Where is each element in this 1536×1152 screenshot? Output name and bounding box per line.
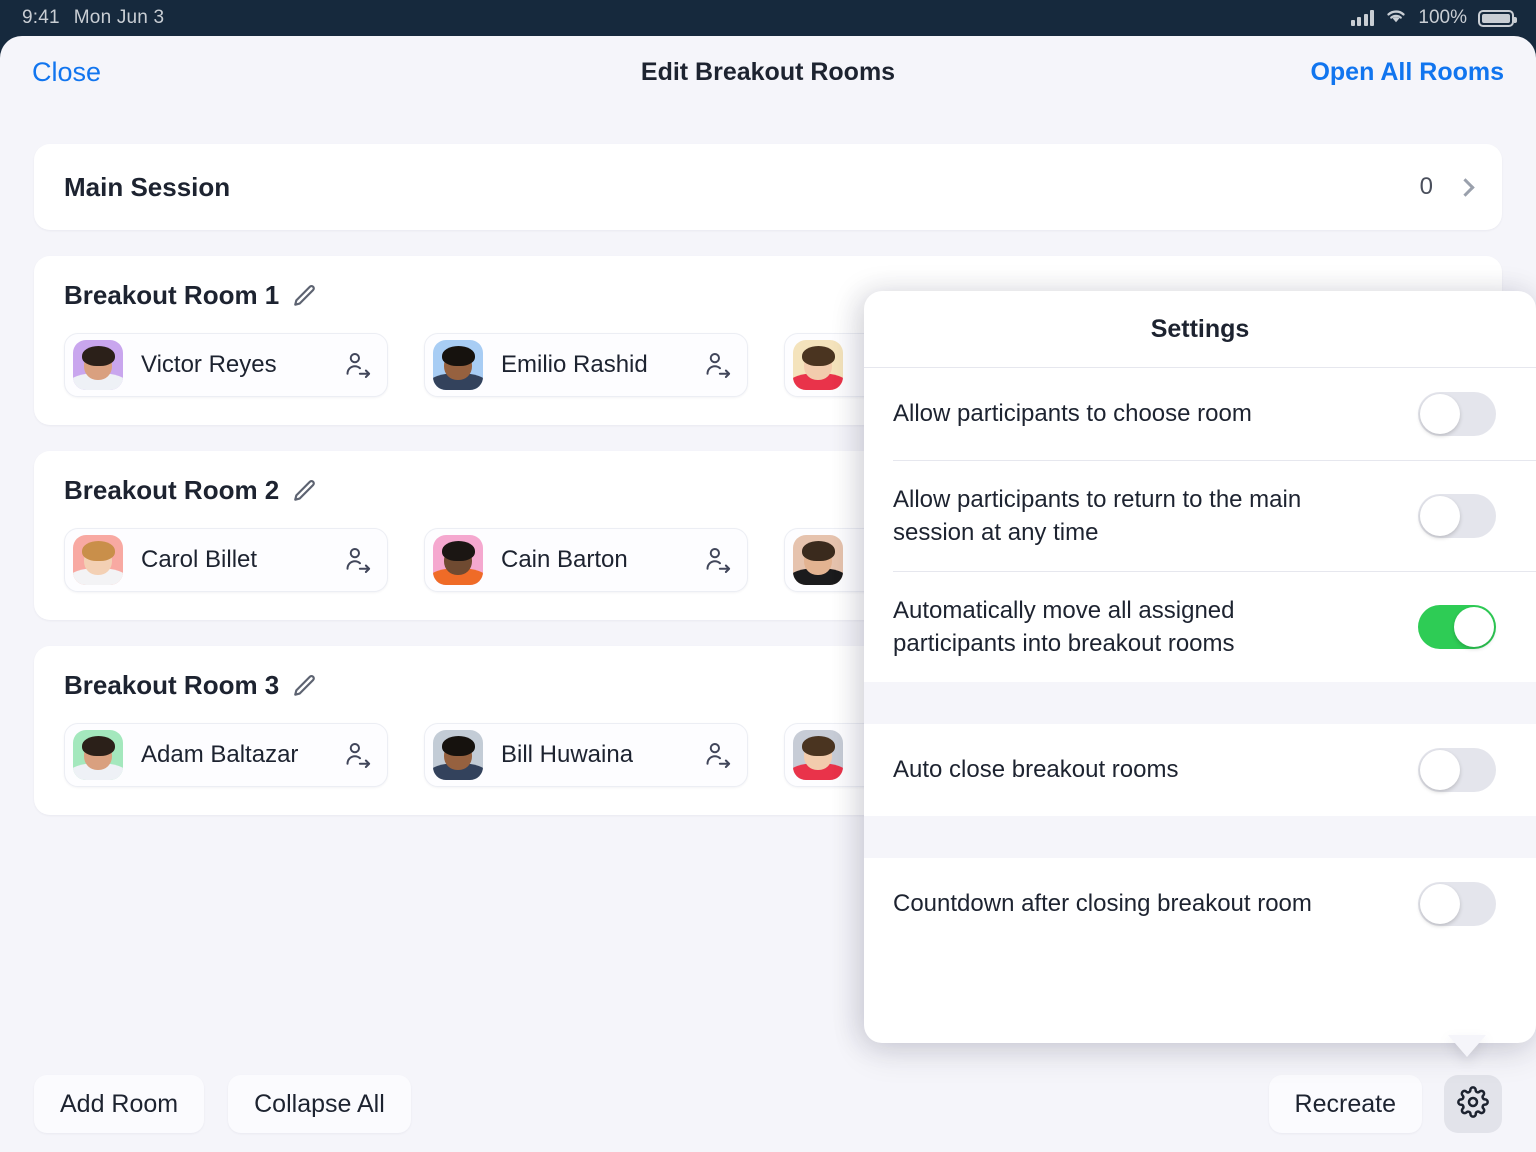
settings-row-label: Automatically move all assigned particip… — [893, 596, 1235, 657]
participant-name: Adam Baltazar — [141, 741, 299, 768]
toggle-switch[interactable] — [1418, 494, 1496, 538]
breakout-room-title: Breakout Room 1 — [64, 280, 280, 310]
pencil-icon[interactable] — [292, 283, 318, 309]
settings-row[interactable]: Allow participants to choose room — [864, 368, 1536, 460]
participant-name: Bill Huwaina — [501, 741, 634, 768]
device-screen: 9:41 Mon Jun 3 100% Close Edit Breakout … — [0, 0, 1536, 1152]
recreate-button[interactable]: Recreate — [1268, 1075, 1422, 1133]
main-session-row[interactable]: Main Session 0 — [34, 144, 1502, 230]
settings-row[interactable]: Allow participants to return to the main… — [864, 461, 1536, 571]
toggle-switch[interactable] — [1418, 748, 1496, 792]
pencil-icon[interactable] — [292, 478, 318, 504]
toggle-knob — [1420, 496, 1460, 536]
settings-row-control — [1418, 748, 1496, 792]
settings-popover-title: Settings — [1150, 314, 1250, 343]
wifi-icon — [1385, 7, 1407, 30]
avatar — [433, 730, 483, 780]
participant-name: Cain Barton — [501, 546, 628, 573]
status-date: Mon Jun 3 — [73, 7, 165, 28]
status-time: 9:41 — [22, 7, 60, 28]
participant-name: Carol Billet — [141, 546, 258, 573]
settings-popover: Settings Allow participants to choose ro… — [864, 291, 1536, 1043]
move-participant-icon[interactable] — [343, 350, 373, 380]
avatar — [73, 730, 123, 780]
close-button[interactable]: Close — [32, 57, 101, 88]
settings-row[interactable]: Automatically move all assigned particip… — [864, 572, 1536, 682]
breakout-room-title: Breakout Room 2 — [64, 475, 280, 505]
main-session-meta: 0 — [1419, 173, 1475, 201]
participant-chip[interactable]: Emilio Rashid — [424, 333, 748, 397]
gear-icon — [1457, 1085, 1489, 1123]
settings-row-label: Allow participants to choose room — [893, 400, 1252, 428]
breakout-room-title: Breakout Room 3 — [64, 670, 280, 700]
settings-row-label: Countdown after closing breakout room — [893, 890, 1312, 918]
toggle-knob — [1420, 884, 1460, 924]
toolbar-left-group: Add Room Collapse All — [34, 1075, 411, 1133]
avatar — [73, 340, 123, 390]
pencil-icon[interactable] — [292, 673, 318, 699]
avatar — [433, 535, 483, 585]
participant-chip[interactable]: Bill Huwaina — [424, 723, 748, 787]
status-bar-right: 100% — [1350, 7, 1517, 30]
settings-row-label: Allow participants to return to the main… — [893, 485, 1302, 546]
participant-chip[interactable]: Cain Barton — [424, 528, 748, 592]
chevron-right-icon — [1456, 177, 1475, 197]
status-bar: 9:41 Mon Jun 3 100% — [0, 0, 1536, 36]
toggle-switch[interactable] — [1418, 392, 1496, 436]
battery-icon — [1478, 9, 1517, 27]
participant-chip[interactable]: Victor Reyes — [64, 333, 388, 397]
avatar — [793, 730, 843, 780]
move-participant-icon[interactable] — [343, 545, 373, 575]
avatar — [793, 340, 843, 390]
avatar — [433, 340, 483, 390]
settings-row[interactable]: Countdown after closing breakout room — [864, 858, 1536, 950]
status-bar-left: 9:41 Mon Jun 3 — [22, 7, 164, 29]
move-participant-icon[interactable] — [703, 740, 733, 770]
toggle-knob — [1420, 750, 1460, 790]
participant-name: Emilio Rashid — [501, 351, 648, 378]
add-room-button[interactable]: Add Room — [34, 1075, 205, 1133]
settings-group-separator — [864, 816, 1536, 858]
avatar — [793, 535, 843, 585]
navigation-bar: Close Edit Breakout Rooms Open All Rooms — [0, 36, 1536, 108]
move-participant-icon[interactable] — [703, 545, 733, 575]
settings-row-label: Auto close breakout rooms — [893, 756, 1179, 784]
move-participant-icon[interactable] — [343, 740, 373, 770]
settings-row-control — [1418, 882, 1496, 926]
popover-arrow-icon — [1448, 1035, 1486, 1057]
settings-rows-host: Allow participants to choose room Allow p… — [864, 368, 1536, 950]
settings-row-control — [1418, 605, 1496, 649]
participant-name: Victor Reyes — [141, 351, 277, 378]
toggle-switch[interactable] — [1418, 605, 1496, 649]
toolbar-right-group: Recreate — [1268, 1075, 1502, 1133]
settings-row[interactable]: Auto close breakout rooms — [864, 724, 1536, 816]
avatar — [73, 535, 123, 585]
participant-chip[interactable]: Adam Baltazar — [64, 723, 388, 787]
toggle-switch[interactable] — [1418, 882, 1496, 926]
cellular-signal-icon — [1350, 10, 1375, 26]
battery-percent: 100% — [1418, 7, 1467, 28]
page-title: Edit Breakout Rooms — [640, 57, 896, 86]
settings-group-separator — [864, 682, 1536, 724]
toggle-knob — [1454, 607, 1494, 647]
open-all-rooms-button[interactable]: Open All Rooms — [1310, 58, 1504, 87]
settings-row-control — [1418, 494, 1496, 538]
move-participant-icon[interactable] — [703, 350, 733, 380]
settings-row-control — [1418, 392, 1496, 436]
participant-chip[interactable]: Carol Billet — [64, 528, 388, 592]
toggle-knob — [1420, 394, 1460, 434]
settings-gear-button[interactable] — [1444, 1075, 1502, 1133]
main-session-count: 0 — [1419, 173, 1433, 200]
main-session-title: Main Session — [64, 171, 231, 202]
collapse-all-button[interactable]: Collapse All — [228, 1075, 411, 1133]
bottom-toolbar: Add Room Collapse All Recreate — [0, 1056, 1536, 1152]
